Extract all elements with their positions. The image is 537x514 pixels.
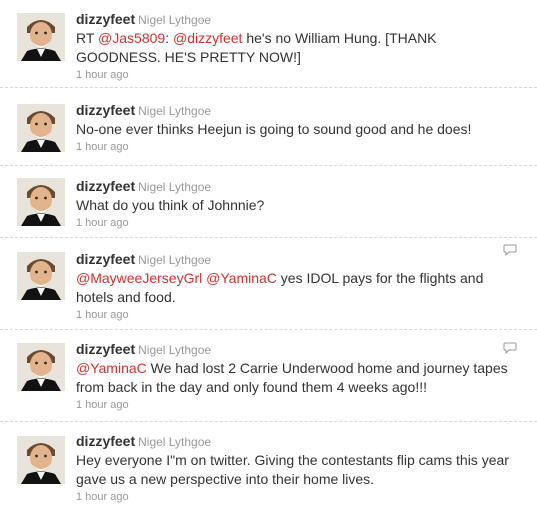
reply-icon[interactable] (503, 342, 517, 354)
avatar[interactable] (17, 343, 65, 391)
tweet-text: Hey everyone I"m on twitter. Giving the … (76, 451, 509, 489)
tweet: dizzyfeet Nigel Lythgoe Hey everyone I"m … (0, 422, 537, 514)
tweet-text: RT @Jas5809: @dizzyfeet he's no William … (76, 29, 509, 67)
mention-link[interactable]: @dizzyfeet (173, 30, 242, 46)
tweet: dizzyfeet Nigel Lythgoe What do you think… (0, 166, 537, 238)
timestamp-link[interactable]: 1 hour ago (76, 490, 509, 504)
avatar[interactable] (17, 252, 65, 300)
username-link[interactable]: dizzyfeet (76, 341, 135, 357)
full-name: Nigel Lythgoe (138, 180, 212, 194)
mention-link[interactable]: @YaminaC (206, 270, 277, 286)
full-name: Nigel Lythgoe (138, 104, 212, 118)
tweet-text-segment: RT (76, 30, 99, 46)
tweet-text-segment: What do you think of Johnnie? (76, 197, 265, 213)
tweet-text: No-one ever thinks Heejun is going to so… (76, 120, 509, 139)
username-link[interactable]: dizzyfeet (76, 178, 135, 194)
tweet: dizzyfeet Nigel Lythgoe RT @Jas5809: @diz… (0, 0, 537, 88)
timestamp-link[interactable]: 1 hour ago (76, 68, 509, 82)
avatar[interactable] (17, 13, 65, 61)
timestamp-link[interactable]: 1 hour ago (76, 308, 509, 322)
tweet-text-segment: No-one ever thinks Heejun is going to so… (76, 121, 472, 137)
tweet: dizzyfeet Nigel Lythgoe No-one ever think… (0, 88, 537, 166)
tweet-text: @YaminaC We had lost 2 Carrie Underwood … (76, 359, 509, 397)
avatar[interactable] (17, 178, 65, 226)
timestamp-link[interactable]: 1 hour ago (76, 140, 509, 154)
full-name: Nigel Lythgoe (138, 435, 212, 449)
avatar[interactable] (17, 436, 65, 484)
tweet-timeline: dizzyfeet Nigel Lythgoe RT @Jas5809: @diz… (0, 0, 537, 514)
username-link[interactable]: dizzyfeet (76, 102, 135, 118)
tweet: dizzyfeet Nigel Lythgoe @MayweeJerseyGrl … (0, 238, 537, 330)
full-name: Nigel Lythgoe (138, 13, 212, 27)
mention-link[interactable]: @MayweeJerseyGrl (76, 270, 202, 286)
mention-link[interactable]: @Jas5809 (98, 30, 165, 46)
full-name: Nigel Lythgoe (138, 343, 212, 357)
username-link[interactable]: dizzyfeet (76, 11, 135, 27)
username-link[interactable]: dizzyfeet (76, 433, 135, 449)
username-link[interactable]: dizzyfeet (76, 251, 135, 267)
full-name: Nigel Lythgoe (138, 253, 212, 267)
tweet-text: What do you think of Johnnie? (76, 196, 509, 215)
avatar[interactable] (17, 104, 65, 152)
mention-link[interactable]: @YaminaC (76, 360, 147, 376)
reply-icon[interactable] (503, 244, 517, 256)
tweet-text-segment: : (165, 30, 173, 46)
timestamp-link[interactable]: 1 hour ago (76, 216, 509, 230)
tweet-text: @MayweeJerseyGrl @YaminaC yes IDOL pays … (76, 269, 509, 307)
tweet: dizzyfeet Nigel Lythgoe @YaminaC We had l… (0, 330, 537, 422)
tweet-text-segment: Hey everyone I"m on twitter. Giving the … (76, 452, 509, 487)
timestamp-link[interactable]: 1 hour ago (76, 398, 509, 412)
